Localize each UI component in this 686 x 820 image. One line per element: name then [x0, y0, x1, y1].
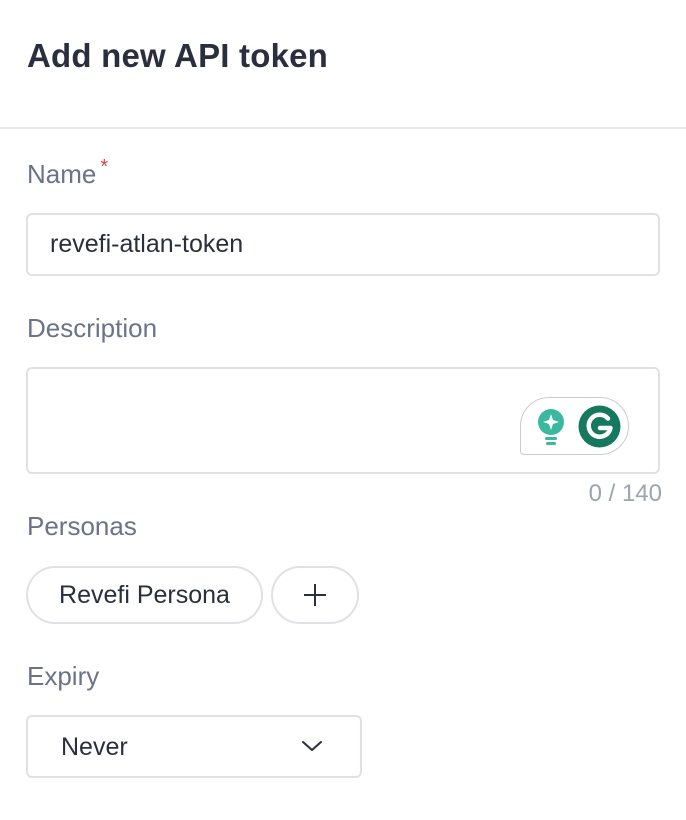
- description-char-counter: 0 / 140: [588, 480, 662, 507]
- chevron-down-icon: [302, 741, 322, 751]
- name-label: Name *: [27, 156, 109, 193]
- name-input[interactable]: [28, 215, 658, 274]
- name-label-text: Name: [27, 159, 97, 189]
- grammarly-widget[interactable]: [520, 397, 629, 455]
- expiry-selected-value: Never: [61, 733, 128, 761]
- add-persona-button[interactable]: [271, 566, 359, 624]
- dialog-header: Add new API token: [0, 0, 686, 129]
- personas-label: Personas: [27, 511, 137, 541]
- lightbulb-icon: [538, 409, 564, 445]
- description-label: Description: [27, 313, 158, 343]
- add-api-token-dialog: Add new API token Name* Description 0 / …: [0, 0, 686, 820]
- name-field-container: [26, 213, 660, 276]
- required-indicator: *: [100, 156, 109, 178]
- persona-chip[interactable]: Revefi Persona: [26, 566, 263, 624]
- expiry-select[interactable]: Never: [26, 715, 362, 778]
- expiry-label: Expiry: [27, 661, 100, 691]
- dialog-title: Add new API token: [27, 37, 329, 74]
- plus-icon: [304, 584, 326, 606]
- grammarly-g-icon: [578, 405, 621, 448]
- persona-chip-label: Revefi Persona: [59, 580, 230, 609]
